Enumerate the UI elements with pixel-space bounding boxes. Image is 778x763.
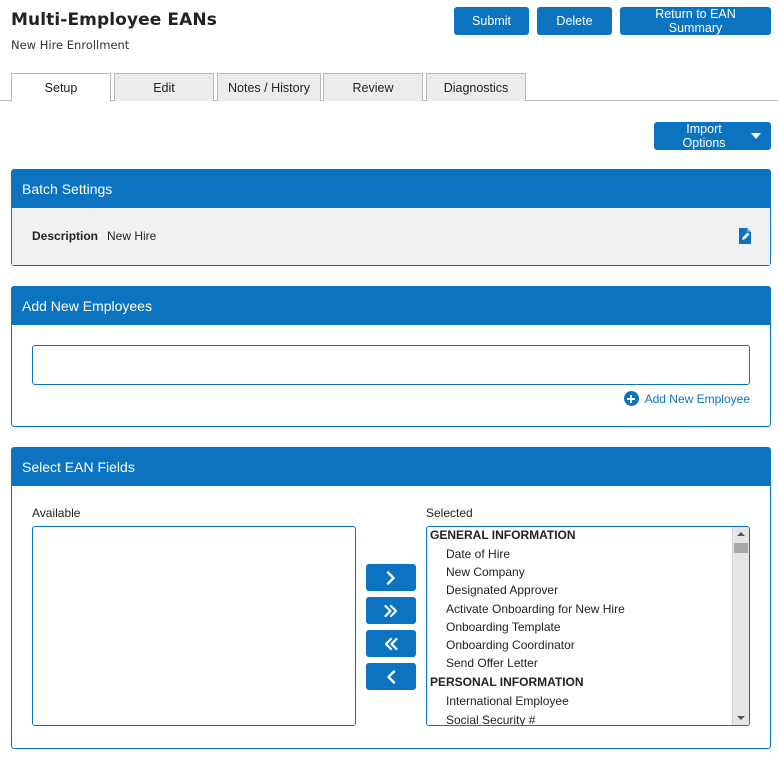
import-options-button[interactable]: Import Options [654, 122, 771, 150]
scroll-up-icon[interactable] [737, 532, 745, 536]
double-chevron-right-icon [384, 604, 398, 617]
selected-list-scrollbar[interactable] [732, 527, 749, 725]
caret-down-icon [751, 133, 761, 139]
description-value: New Hire [107, 229, 157, 243]
batch-settings-panel: Batch Settings Description New Hire [11, 169, 771, 266]
move-all-right-button[interactable] [366, 597, 416, 624]
tab-diagnostics[interactable]: Diagnostics [426, 73, 526, 101]
batch-settings-heading: Batch Settings [12, 170, 770, 208]
tab-setup[interactable]: Setup [11, 73, 111, 102]
chevron-left-icon [387, 669, 396, 684]
list-item[interactable]: International Employee [427, 692, 749, 710]
scroll-down-icon[interactable] [737, 716, 745, 720]
list-item[interactable]: Designated Approver [427, 581, 749, 599]
import-options-label: Import Options [682, 122, 726, 150]
page-title: Multi-Employee EANs [11, 10, 217, 30]
list-item[interactable]: New Company [427, 563, 749, 581]
list-item[interactable]: Social Security # [427, 711, 749, 726]
employee-input[interactable] [32, 345, 750, 385]
add-new-employee-label: Add New Employee [644, 391, 750, 406]
list-group-header: PERSONAL INFORMATION [430, 675, 584, 690]
description-label: Description [32, 229, 99, 243]
double-chevron-left-icon [384, 637, 398, 650]
available-label: Available [32, 506, 81, 520]
add-new-employees-panel: Add New Employees Add New Employee [11, 286, 771, 427]
tab-edit[interactable]: Edit [114, 73, 214, 101]
tab-notes-history[interactable]: Notes / History [217, 73, 321, 101]
add-new-employees-heading: Add New Employees [12, 287, 770, 325]
list-item[interactable]: Onboarding Coordinator [427, 636, 749, 654]
plus-circle-icon [623, 391, 639, 406]
available-fields-list[interactable] [32, 526, 356, 726]
submit-button[interactable]: Submit [454, 7, 529, 35]
tab-bar: Setup Edit Notes / History Review Diagno… [0, 73, 778, 102]
add-new-employee-link[interactable]: Add New Employee [623, 391, 750, 406]
list-item[interactable]: Onboarding Template [427, 618, 749, 636]
chevron-right-icon [386, 570, 395, 585]
scroll-thumb[interactable] [734, 543, 748, 553]
list-group-header: GENERAL INFORMATION [430, 528, 576, 542]
move-left-button[interactable] [366, 663, 416, 690]
return-to-ean-summary-button[interactable]: Return to EAN Summary [620, 7, 771, 35]
tab-review[interactable]: Review [323, 73, 423, 101]
list-item[interactable]: Send Offer Letter [427, 654, 749, 672]
list-item[interactable]: Date of Hire [427, 545, 749, 563]
delete-button[interactable]: Delete [537, 7, 612, 35]
list-item[interactable]: Activate Onboarding for New Hire [427, 600, 749, 618]
move-all-left-button[interactable] [366, 630, 416, 657]
select-ean-fields-panel: Select EAN Fields Available Selected GEN… [11, 447, 771, 749]
selected-label: Selected [426, 506, 473, 520]
edit-document-icon[interactable] [738, 228, 752, 244]
selected-fields-list[interactable]: GENERAL INFORMATION Date of Hire New Com… [426, 526, 750, 726]
batch-settings-body: Description New Hire [12, 208, 770, 265]
move-right-button[interactable] [366, 564, 416, 591]
page-subtitle: New Hire Enrollment [11, 38, 130, 52]
select-ean-fields-heading: Select EAN Fields [12, 448, 770, 486]
